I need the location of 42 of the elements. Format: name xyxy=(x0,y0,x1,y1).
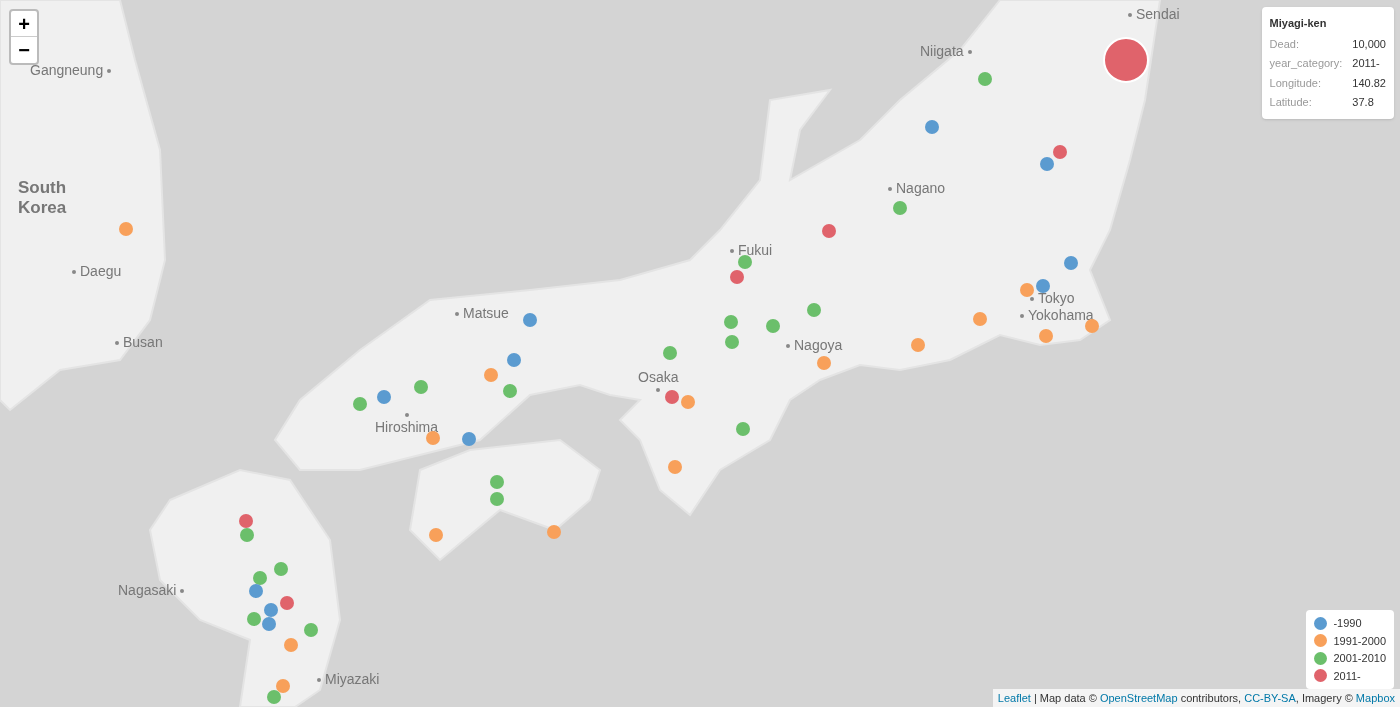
city-label: Nagano xyxy=(896,179,946,198)
attribution-text: , Imagery © xyxy=(1295,690,1354,706)
zoom-in-button[interactable]: + xyxy=(11,11,37,37)
city-label: Gangneung xyxy=(30,61,104,80)
legend-label: 1991-2000 xyxy=(1333,633,1386,649)
city-label: Hiroshima xyxy=(375,418,438,437)
city-label: Daegu xyxy=(80,262,122,281)
city-label: Nagoya xyxy=(794,336,843,355)
attribution-link[interactable]: Leaflet xyxy=(997,689,1031,706)
info-label: year_category: xyxy=(1269,56,1343,71)
map-drawing[interactable] xyxy=(0,0,1400,707)
info-value: 10,000 xyxy=(1352,36,1386,52)
legend-label: -1990 xyxy=(1333,616,1362,631)
legend-label: 2011- xyxy=(1333,668,1361,684)
legend-label: 2001-2010 xyxy=(1333,651,1386,666)
info-value: 37.8 xyxy=(1352,95,1375,110)
data-point-marker[interactable] xyxy=(426,431,440,445)
city-label: Niigata xyxy=(920,42,964,61)
data-point-marker[interactable] xyxy=(249,584,263,598)
info-value: 140.82 xyxy=(1352,75,1386,91)
zoom-out-button[interactable]: − xyxy=(11,37,37,63)
info-label: Dead: xyxy=(1269,36,1300,52)
city-label: Yokohama xyxy=(1028,306,1094,325)
city-label: Tokyo xyxy=(1038,289,1075,308)
city-label: Fukui xyxy=(738,241,773,260)
info-label: Longitude: xyxy=(1269,75,1322,91)
attribution-link[interactable]: CC-BY-SA xyxy=(1244,689,1296,706)
city-label: Miyazaki xyxy=(325,670,380,689)
country-label: South Korea xyxy=(18,178,68,218)
info-label: Latitude: xyxy=(1269,95,1313,110)
city-label: Nagasaki xyxy=(118,581,177,600)
attribution-text: | Map data © xyxy=(1032,690,1098,706)
data-point-marker[interactable] xyxy=(1085,319,1099,333)
city-label: Osaka xyxy=(638,368,679,387)
info-title: Miyagi-ken xyxy=(1269,16,1328,31)
attribution-text: contributors, xyxy=(1179,690,1243,706)
info-value: 2011- xyxy=(1352,56,1381,71)
city-label: Matsue xyxy=(463,304,509,323)
city-label: Busan xyxy=(123,333,163,352)
city-label: Sendai xyxy=(1136,5,1180,24)
attribution-link[interactable]: Mapbox xyxy=(1355,689,1395,706)
attribution-link[interactable]: OpenStreetMap xyxy=(1099,689,1178,706)
